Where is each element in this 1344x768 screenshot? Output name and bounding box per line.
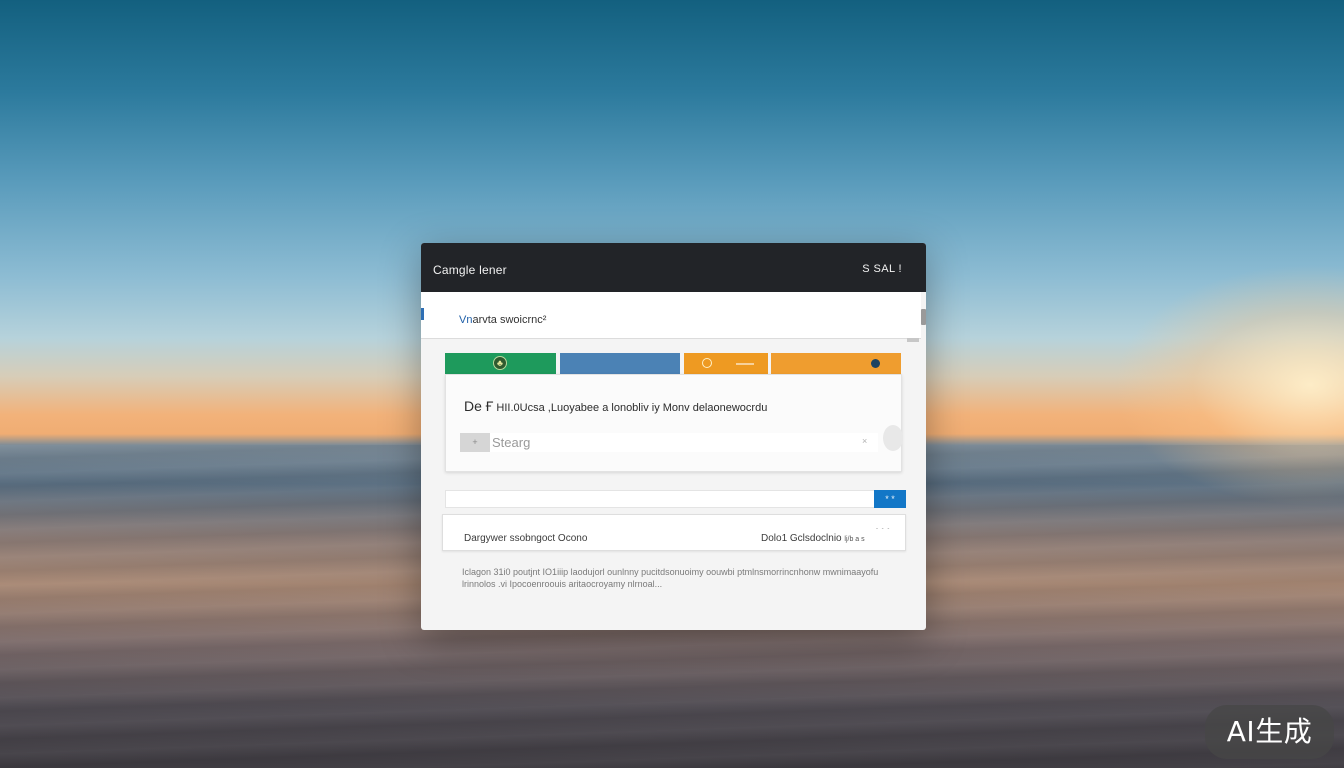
- content-card: De Ғ ΗΙΙ.0Ucsa ,Luoyabee a lonobliv iy M…: [445, 374, 902, 472]
- address-accent: [421, 308, 424, 320]
- card-heading-text: ΗΙΙ.0Ucsa ,Luoyabee a lonobliv iy Monv d…: [493, 402, 768, 414]
- filter-button[interactable]: * *: [874, 490, 906, 508]
- tile-orange[interactable]: [684, 353, 768, 374]
- info-row[interactable]: Dargywer ssobngoct Ocono - - - Dolo1 Gcl…: [442, 514, 906, 551]
- window-title-right[interactable]: S SAL !: [862, 263, 902, 275]
- info-dashes: - - -: [876, 526, 891, 532]
- title-bar: Camgle lener S SAL !: [421, 243, 926, 292]
- address-text-rest: arvta swoicrnc²: [472, 314, 547, 326]
- tree-icon: ♣: [493, 356, 507, 370]
- window-title: Camgle lener: [433, 263, 507, 277]
- card-heading-big: De Ғ: [464, 398, 494, 414]
- ai-generated-watermark: AI生成: [1205, 705, 1334, 759]
- search-edge-decoration: [883, 425, 903, 451]
- tile-dash: [736, 363, 754, 365]
- circle-icon: [702, 358, 712, 368]
- search-clear-icon[interactable]: ×: [862, 436, 867, 446]
- tile-blue[interactable]: [560, 353, 680, 374]
- scrollbar-track-mark: [907, 338, 919, 342]
- tile-green[interactable]: ♣: [445, 353, 556, 374]
- info-left-text: Dargywer ssobngoct Ocono: [464, 533, 588, 544]
- info-right-label: Dolo1 Gclsdoclnio: [761, 533, 842, 544]
- app-window: Camgle lener S SAL ! Vnarvta swoicrnc² ♣…: [421, 243, 926, 630]
- search-button[interactable]: +: [460, 433, 490, 452]
- description-text: Iclagon 31i0 poutjnt IO1iiip laodujorl o…: [462, 567, 879, 589]
- search-field: + ×: [460, 433, 878, 452]
- filter-bar[interactable]: [445, 490, 874, 508]
- card-heading: De Ғ ΗΙΙ.0Ucsa ,Luoyabee a lonobliv iy M…: [464, 398, 767, 414]
- scrollbar-handle[interactable]: [921, 309, 926, 325]
- info-badge: lj/b a s: [844, 536, 865, 543]
- search-input[interactable]: [490, 433, 870, 452]
- tile-orange-light[interactable]: [771, 353, 901, 374]
- address-text[interactable]: Vnarvta swoicrnc²: [459, 314, 546, 326]
- info-right-text: Dolo1 Gclsdoclnio lj/b a s: [761, 533, 865, 544]
- address-text-prefix: Vn: [459, 314, 473, 326]
- dot-icon: [871, 359, 880, 368]
